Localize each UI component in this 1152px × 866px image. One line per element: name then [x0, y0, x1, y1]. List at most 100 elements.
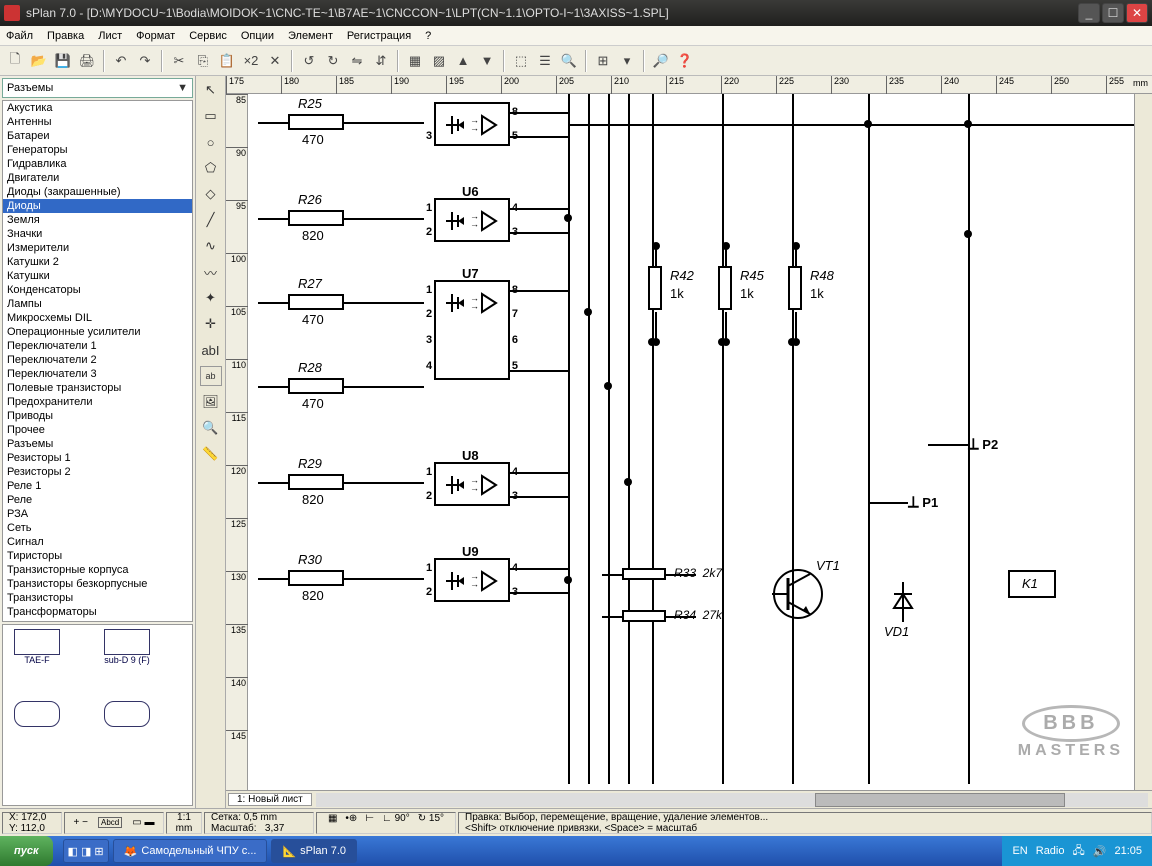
- poly-icon[interactable]: ⬠: [200, 158, 222, 178]
- category-item[interactable]: Тиристоры: [3, 549, 192, 563]
- category-item[interactable]: Сигнал: [3, 535, 192, 549]
- category-item[interactable]: Переключатели 1: [3, 339, 192, 353]
- category-item[interactable]: Переключатели 2: [3, 353, 192, 367]
- line-icon[interactable]: ╱: [200, 210, 222, 230]
- category-item[interactable]: Двигатели: [3, 171, 192, 185]
- category-item[interactable]: Измерители: [3, 241, 192, 255]
- cross-icon[interactable]: ✛: [200, 314, 222, 334]
- flip-v-icon[interactable]: ⇵: [370, 50, 392, 72]
- rot-left-icon[interactable]: ↺: [298, 50, 320, 72]
- category-item[interactable]: Резисторы 1: [3, 451, 192, 465]
- symbol-item[interactable]: TAE-F: [7, 629, 67, 681]
- category-item[interactable]: Гидравлика: [3, 157, 192, 171]
- volume-icon[interactable]: 🔊: [1093, 845, 1107, 858]
- search-icon[interactable]: 🔍: [558, 50, 580, 72]
- transistor[interactable]: VT1: [768, 564, 828, 627]
- category-item[interactable]: Транзисторные корпуса: [3, 563, 192, 577]
- grid-menu-icon[interactable]: ▾: [616, 50, 638, 72]
- rect-icon[interactable]: ▭: [200, 106, 222, 126]
- quick-launch[interactable]: ◧ ◨ ⊞: [63, 839, 109, 863]
- category-item[interactable]: Катушки: [3, 269, 192, 283]
- symbol-item[interactable]: [7, 701, 67, 753]
- resistor-R33[interactable]: R33 2k7: [622, 568, 666, 580]
- rot-right-icon[interactable]: ↻: [322, 50, 344, 72]
- category-item[interactable]: Транзисторы безкорпусные: [3, 577, 192, 591]
- menu-Правка[interactable]: Правка: [47, 30, 84, 42]
- category-item[interactable]: Микросхемы DIL: [3, 311, 192, 325]
- resistor-R34[interactable]: R34 27k: [622, 610, 666, 622]
- canvas[interactable]: R25470R26820R27470R28470R29820R30820385→…: [248, 94, 1134, 790]
- category-item[interactable]: Транзисторы: [3, 591, 192, 605]
- node-icon[interactable]: ✦: [200, 288, 222, 308]
- menu-Сервис[interactable]: Сервис: [189, 30, 227, 42]
- clock[interactable]: 21:05: [1114, 845, 1142, 857]
- scrollbar-h[interactable]: [316, 793, 1148, 807]
- category-item[interactable]: Диоды (закрашенные): [3, 185, 192, 199]
- resistor-R30[interactable]: R30820: [288, 570, 344, 586]
- category-item[interactable]: Земля: [3, 213, 192, 227]
- category-item[interactable]: Переключатели 3: [3, 367, 192, 381]
- category-item[interactable]: Трансформаторы: [3, 605, 192, 619]
- dup-icon[interactable]: ×2: [240, 50, 262, 72]
- category-item[interactable]: Антенны: [3, 115, 192, 129]
- circle-icon[interactable]: ○: [200, 132, 222, 152]
- category-item[interactable]: Лампы: [3, 297, 192, 311]
- curve-icon[interactable]: ∿: [200, 236, 222, 256]
- resistor-R45[interactable]: R451k: [718, 266, 732, 310]
- task-firefox[interactable]: 🦊 Самодельный ЧПУ с...: [113, 839, 268, 863]
- category-item[interactable]: Диоды: [3, 199, 192, 213]
- textblock-icon[interactable]: ab: [200, 366, 222, 386]
- lang-indicator[interactable]: EN: [1012, 845, 1027, 857]
- category-item[interactable]: ТТЛ: [3, 619, 192, 622]
- image-icon[interactable]: 🖼: [200, 392, 222, 412]
- category-item[interactable]: Предохранители: [3, 395, 192, 409]
- terminal[interactable]: ⟂ P1: [908, 494, 938, 512]
- symbol-item[interactable]: sub-D 9 (F): [97, 629, 157, 681]
- pointer-icon[interactable]: ↖: [200, 80, 222, 100]
- diode[interactable]: VD1: [888, 582, 918, 625]
- category-item[interactable]: Реле: [3, 493, 192, 507]
- print-icon[interactable]: 🖨: [76, 50, 98, 72]
- chip-U6[interactable]: U61243→→: [434, 198, 510, 242]
- resistor-R42[interactable]: R421k: [648, 266, 662, 310]
- category-item[interactable]: Полевые транзисторы: [3, 381, 192, 395]
- network-icon[interactable]: 🖧: [1073, 842, 1085, 861]
- start-button[interactable]: пуск: [0, 836, 53, 866]
- chip-U8[interactable]: U81243→→: [434, 462, 510, 506]
- copy-icon[interactable]: ⎘: [192, 50, 214, 72]
- help-icon[interactable]: ❓: [674, 50, 696, 72]
- front-icon[interactable]: ▲: [452, 50, 474, 72]
- category-item[interactable]: Операционные усилители: [3, 325, 192, 339]
- paste-icon[interactable]: 📋: [216, 50, 238, 72]
- resistor-R26[interactable]: R26820: [288, 210, 344, 226]
- symbol-item[interactable]: [97, 701, 157, 753]
- terminal[interactable]: ⟂ P2: [968, 436, 998, 454]
- category-item[interactable]: Резисторы 2: [3, 465, 192, 479]
- delete-icon[interactable]: ✕: [264, 50, 286, 72]
- sheet-tab[interactable]: 1: Новый лист: [228, 793, 312, 806]
- magnify-icon[interactable]: 🔍: [200, 418, 222, 438]
- category-item[interactable]: Реле 1: [3, 479, 192, 493]
- category-list[interactable]: АкустикаАнтенныБатареиГенераторыГидравли…: [2, 100, 193, 622]
- library-dropdown[interactable]: Разъемы ▼: [2, 78, 193, 98]
- category-item[interactable]: Конденсаторы: [3, 283, 192, 297]
- resistor-R28[interactable]: R28470: [288, 378, 344, 394]
- chip-u[interactable]: 385→→: [434, 102, 510, 146]
- menu-Лист[interactable]: Лист: [98, 30, 122, 42]
- flip-h-icon[interactable]: ⇋: [346, 50, 368, 72]
- undo-icon[interactable]: ↶: [110, 50, 132, 72]
- save-icon[interactable]: 💾: [52, 50, 74, 72]
- system-tray[interactable]: EN Radio 🖧 🔊 21:05: [1002, 836, 1152, 866]
- list-icon[interactable]: ☰: [534, 50, 556, 72]
- ungroup-icon[interactable]: ▨: [428, 50, 450, 72]
- menu-?[interactable]: ?: [425, 30, 431, 42]
- back-icon[interactable]: ▼: [476, 50, 498, 72]
- menu-Регистрация[interactable]: Регистрация: [347, 30, 411, 42]
- minimize-button[interactable]: _: [1078, 3, 1100, 23]
- measure-icon[interactable]: 📏: [200, 444, 222, 464]
- category-item[interactable]: Генераторы: [3, 143, 192, 157]
- category-item[interactable]: Акустика: [3, 101, 192, 115]
- shape-icon[interactable]: ◇: [200, 184, 222, 204]
- scrollbar-v[interactable]: [1134, 94, 1152, 790]
- group-icon[interactable]: ▦: [404, 50, 426, 72]
